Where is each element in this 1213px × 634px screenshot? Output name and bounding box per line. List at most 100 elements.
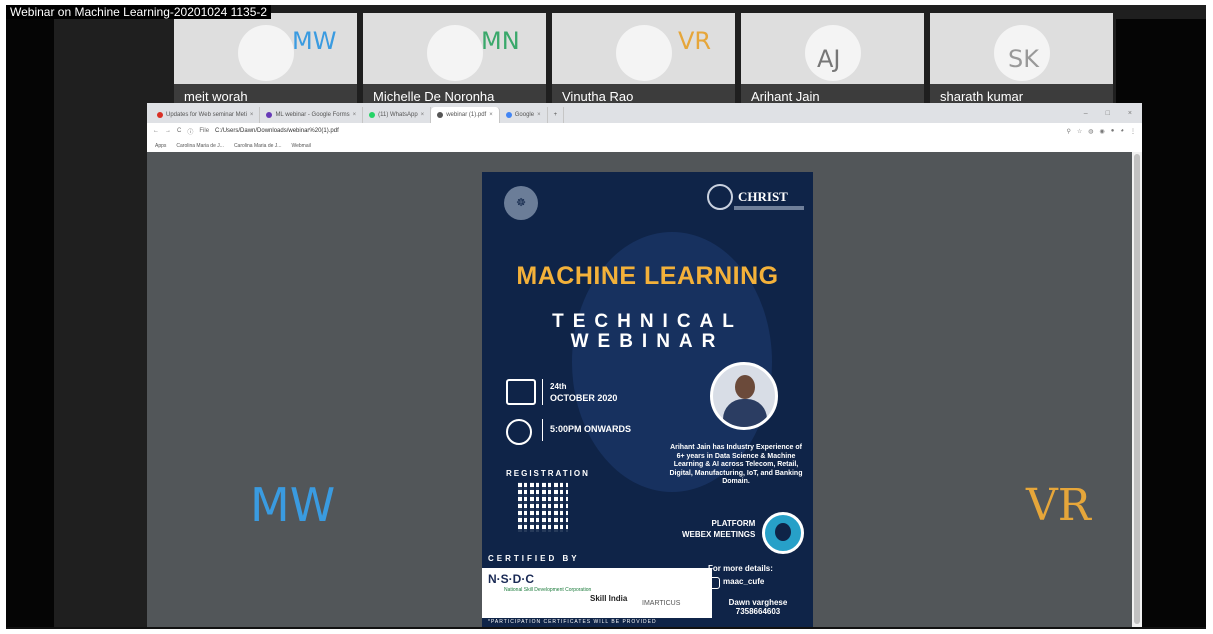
minimize-icon[interactable]: – xyxy=(1084,110,1088,117)
skill-india-logo: Skill India xyxy=(590,594,628,603)
star-icon[interactable]: ☆ xyxy=(1077,128,1082,135)
extension-icon[interactable]: ◉ xyxy=(1100,128,1105,135)
participant-strip: MW meit worah MN Michelle De Noronha VR … xyxy=(174,13,1114,108)
event-month: OCTOBER 2020 xyxy=(550,393,618,403)
close-icon[interactable]: × xyxy=(489,112,493,118)
subtitle-line: WEBINAR xyxy=(570,331,725,352)
menu-icon[interactable]: ⋮ xyxy=(1130,128,1136,135)
nsdc-subtitle: National Skill Development Corporation xyxy=(504,587,592,593)
close-icon[interactable]: × xyxy=(250,112,254,118)
active-speaker-label-left: MW xyxy=(250,478,336,532)
bookmark-webmail[interactable]: Webmail xyxy=(291,143,310,149)
speaker-bio: Arihant Jain has Industry Experience of … xyxy=(669,444,803,485)
reload-icon[interactable]: C xyxy=(177,128,181,134)
url-input[interactable]: C:/Users/Dawn/Downloads/webinar%20(1).pd… xyxy=(215,128,1060,134)
speaker-body xyxy=(723,399,767,427)
participant-name: sharath kumar xyxy=(940,89,1024,104)
event-day: 24th xyxy=(550,382,567,391)
contact-phone: 7358664603 xyxy=(735,607,781,616)
nsdc-logo: N·S·D·C xyxy=(488,572,534,586)
participant-tile-aj[interactable]: AJ Arihant Jain xyxy=(741,13,924,108)
contact-info: Dawn varghese 7358664603 xyxy=(708,598,808,616)
event-time: 5:00PM ONWARDS xyxy=(550,424,632,434)
back-icon[interactable]: ← xyxy=(153,128,159,134)
participant-tile-mn[interactable]: MN Michelle De Noronha xyxy=(363,13,546,108)
instagram-handle: maac_cufe xyxy=(723,577,765,586)
bookmark-apps[interactable]: Apps xyxy=(155,143,166,149)
speaker-photo xyxy=(710,362,778,430)
poster-title: MACHINE LEARNING xyxy=(516,262,779,290)
tab-gmail[interactable]: Updates for Web seminar Meti × xyxy=(151,107,261,123)
participant-initials: SK xyxy=(1008,45,1039,73)
globe-icon xyxy=(437,112,444,118)
tab-label: ML webinar - Google Forms xyxy=(275,112,350,118)
registration-label: REGISTRATION xyxy=(506,469,590,478)
participant-name: meit worah xyxy=(184,89,248,104)
new-tab-button[interactable]: + xyxy=(548,107,565,123)
extension-icon[interactable]: ◍ xyxy=(1088,128,1093,135)
scrollbar-thumb[interactable] xyxy=(1134,154,1140,624)
tab-forms[interactable]: ML webinar - Google Forms × xyxy=(260,107,364,123)
certificate-note: *PARTICIPATION CERTIFICATES WILL BE PROV… xyxy=(488,619,657,625)
tab-whatsapp[interactable]: (11) WhatsApp × xyxy=(363,107,432,123)
profile-icon[interactable]: ◕ xyxy=(1120,128,1124,135)
video-frame: MW meit worah MN Michelle De Noronha VR … xyxy=(6,5,1206,629)
platform-line: PLATFORM xyxy=(711,519,756,528)
contact-name: Dawn varghese xyxy=(728,598,788,607)
speaker-head xyxy=(735,375,755,399)
tab-label: webinar (1).pdf xyxy=(446,112,487,118)
pdf-viewer[interactable]: ☸ CHRIST MACHINE LEARNING TECHNICAL WEBIN… xyxy=(147,152,1132,629)
address-bar-row: ← → C ⓘ File C:/Users/Dawn/Downloads/web… xyxy=(147,123,1142,139)
participant-tile-mw[interactable]: MW meit worah xyxy=(174,13,357,108)
close-icon[interactable]: × xyxy=(537,112,541,118)
search-icon[interactable]: ⚲ xyxy=(1066,128,1070,135)
bookmark-item[interactable]: Carolina Maria de J... xyxy=(176,143,224,149)
participant-name: Vinutha Rao xyxy=(562,89,634,104)
close-icon[interactable]: × xyxy=(353,112,357,118)
calendar-icon xyxy=(506,379,536,405)
platform-line: WEBEX MEETINGS xyxy=(682,530,756,539)
participant-tile-sk[interactable]: SK sharath kumar xyxy=(930,13,1113,108)
whatsapp-icon xyxy=(369,112,376,118)
tab-label: (11) WhatsApp xyxy=(378,112,418,118)
bookmarks-bar: Apps Carolina Maria de J... Carolina Mar… xyxy=(147,139,1142,153)
avatar xyxy=(426,25,483,81)
participant-initials: AJ xyxy=(817,45,841,73)
platform-label: PLATFORM WEBEX MEETINGS xyxy=(682,518,755,540)
gmail-icon xyxy=(157,112,163,118)
bookmark-item[interactable]: Carolina Maria de J... xyxy=(234,143,282,149)
webinar-poster: ☸ CHRIST MACHINE LEARNING TECHNICAL WEBIN… xyxy=(482,172,813,629)
shared-browser-window: Updates for Web seminar Meti × ML webinar… xyxy=(147,103,1142,629)
close-window-icon[interactable]: × xyxy=(1128,110,1132,117)
tab-webinar-pdf[interactable]: webinar (1).pdf × xyxy=(431,107,500,123)
forward-icon[interactable]: → xyxy=(165,128,171,134)
toolbar-icons: ⚲ ☆ ◍ ◉ ● ◕ ⋮ xyxy=(1066,128,1136,135)
forms-icon xyxy=(266,112,273,118)
more-details-label: For more details: xyxy=(708,564,773,573)
certified-by-label: CERTIFIED BY xyxy=(488,554,580,563)
avatar xyxy=(237,25,294,81)
bottom-strip xyxy=(6,627,1206,629)
qr-code xyxy=(518,482,568,532)
clock-icon xyxy=(506,419,532,445)
vertical-scrollbar[interactable] xyxy=(1132,152,1142,629)
participant-initials: MN xyxy=(481,27,520,55)
active-speaker-label-right: VR xyxy=(1026,480,1091,531)
google-icon xyxy=(505,112,512,118)
tab-label: Updates for Web seminar Meti xyxy=(166,112,247,118)
participant-tile-vr[interactable]: VR Vinutha Rao xyxy=(552,13,735,108)
file-label: File xyxy=(199,128,210,134)
recording-title: Webinar on Machine Learning-20201024 113… xyxy=(6,5,272,19)
logo-subtitle xyxy=(734,206,804,210)
poster-subtitle: TECHNICAL WEBINAR xyxy=(482,312,813,352)
close-icon[interactable]: × xyxy=(421,112,425,118)
divider xyxy=(542,379,543,405)
participant-name: Arihant Jain xyxy=(751,89,820,104)
christ-seal-icon xyxy=(707,184,733,210)
extension-icon[interactable]: ● xyxy=(1111,128,1115,135)
info-icon[interactable]: ⓘ xyxy=(187,127,193,136)
maximize-icon[interactable]: □ xyxy=(1106,110,1110,117)
divider xyxy=(542,419,543,441)
christ-logo-text: CHRIST xyxy=(738,189,788,204)
tab-google[interactable]: Google × xyxy=(500,107,548,123)
